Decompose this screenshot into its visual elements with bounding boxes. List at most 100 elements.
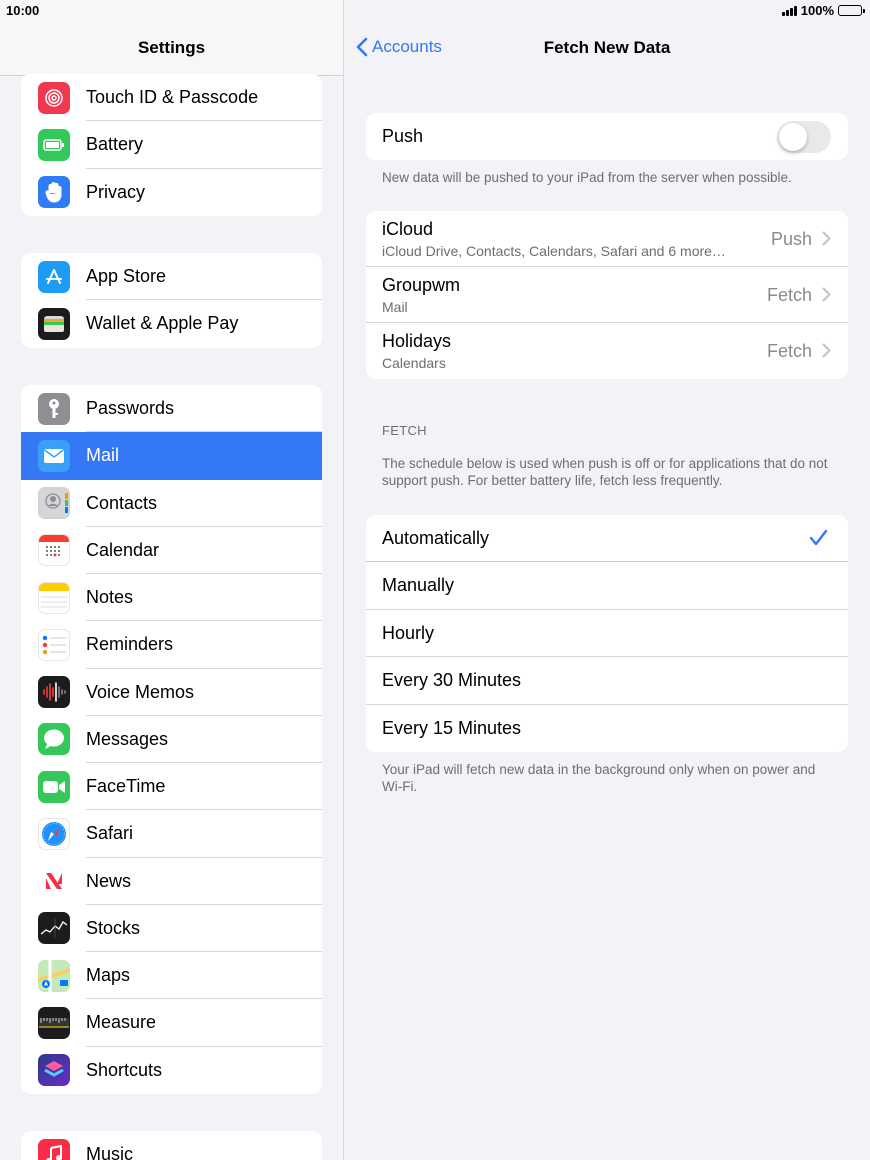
account-detail: Calendars xyxy=(382,355,446,371)
stocks-icon xyxy=(38,912,70,945)
shortcuts-icon xyxy=(38,1054,70,1087)
account-row-icloud[interactable]: iCloud iCloud Drive, Contacts, Calendars… xyxy=(366,211,848,267)
music-note-icon xyxy=(38,1138,70,1160)
sidebar-item-label: Safari xyxy=(86,823,134,844)
calendar-icon xyxy=(38,534,70,567)
account-name: iCloud xyxy=(382,219,434,239)
hand-icon xyxy=(38,176,70,209)
sidebar-item-maps[interactable]: Maps xyxy=(21,952,322,1000)
notes-icon xyxy=(38,581,70,614)
sidebar-item-touch-id[interactable]: Touch ID & Passcode xyxy=(21,74,322,122)
settings-group-apps: Passwords Mail Contacts Calendar Notes R… xyxy=(21,385,322,1094)
sidebar-item-label: Music xyxy=(86,1144,134,1160)
chevron-right-icon xyxy=(822,287,831,302)
sidebar-item-label: FaceTime xyxy=(86,776,166,797)
fetch-option-every-30-minutes[interactable]: Every 30 Minutes xyxy=(366,657,848,705)
compass-icon xyxy=(38,817,70,850)
sidebar-item-privacy[interactable]: Privacy xyxy=(21,169,322,216)
sidebar-item-label: Shortcuts xyxy=(86,1059,163,1080)
sidebar-item-shortcuts[interactable]: Shortcuts xyxy=(21,1047,322,1094)
settings-group-security: Touch ID & Passcode Battery Privacy xyxy=(21,74,322,216)
sidebar-item-voice-memos[interactable]: Voice Memos xyxy=(21,669,322,716)
fingerprint-icon xyxy=(38,81,70,114)
message-bubble-icon xyxy=(38,723,70,756)
chevron-left-icon xyxy=(356,37,368,57)
accounts-list: iCloud iCloud Drive, Contacts, Calendars… xyxy=(366,211,848,379)
map-icon xyxy=(38,959,70,992)
sidebar-item-music[interactable]: Music xyxy=(21,1131,322,1160)
settings-sidebar: Settings Touch ID & Passcode Battery Pri… xyxy=(0,0,343,1160)
sidebar-item-measure[interactable]: Measure xyxy=(21,999,322,1047)
sidebar-item-news[interactable]: News xyxy=(21,858,322,905)
sidebar-item-safari[interactable]: Safari xyxy=(21,810,322,858)
sidebar-item-label: Touch ID & Passcode xyxy=(86,87,259,108)
sidebar-item-label: News xyxy=(86,870,132,891)
video-camera-icon xyxy=(38,770,70,803)
option-label: Every 30 Minutes xyxy=(382,670,522,691)
fetch-option-hourly[interactable]: Hourly xyxy=(366,610,848,658)
sidebar-item-stocks[interactable]: Stocks xyxy=(21,905,322,952)
account-fetch-mode: Fetch xyxy=(766,341,812,361)
status-time: 10:00 xyxy=(6,3,40,18)
push-card: Push xyxy=(366,113,848,160)
wallet-icon xyxy=(38,307,70,340)
news-icon xyxy=(38,865,70,898)
status-indicators: 100% xyxy=(781,3,865,18)
sidebar-title: Settings xyxy=(137,38,206,57)
push-toggle[interactable] xyxy=(777,121,831,153)
sidebar-item-label: Voice Memos xyxy=(86,681,195,702)
sidebar-item-app-store[interactable]: App Store xyxy=(21,253,322,301)
fetch-description: The schedule below is used when push is … xyxy=(382,456,828,488)
app-store-icon xyxy=(38,260,70,293)
sidebar-item-label: Battery xyxy=(86,134,144,155)
account-fetch-mode: Push xyxy=(770,229,812,249)
account-detail: Mail xyxy=(382,299,408,315)
sidebar-item-label: Passwords xyxy=(86,398,175,419)
sidebar-item-passwords[interactable]: Passwords xyxy=(21,385,322,433)
settings-group-media: Music xyxy=(21,1131,322,1160)
sidebar-item-battery[interactable]: Battery xyxy=(21,121,322,169)
account-fetch-mode: Fetch xyxy=(766,285,812,305)
sidebar-item-label: Stocks xyxy=(86,917,141,938)
fetch-options-list: Automatically Manually Hourly Every 30 M… xyxy=(366,515,848,752)
sidebar-item-label: Messages xyxy=(86,728,169,749)
push-label: Push xyxy=(382,126,424,146)
reminders-icon xyxy=(38,628,70,661)
battery-status-icon xyxy=(838,5,865,16)
fetch-option-automatically[interactable]: Automatically xyxy=(366,515,848,563)
sidebar-item-wallet[interactable]: Wallet & Apple Pay xyxy=(21,300,322,347)
detail-pane: Fetch New Data Accounts Push New data wi… xyxy=(344,0,870,1160)
sidebar-item-mail[interactable]: Mail xyxy=(21,432,322,480)
sidebar-item-calendar[interactable]: Calendar xyxy=(21,527,322,574)
sidebar-item-contacts[interactable]: Contacts xyxy=(21,480,322,527)
option-label: Manually xyxy=(382,575,455,596)
fetch-option-every-15-minutes[interactable]: Every 15 Minutes xyxy=(366,705,848,752)
account-row-holidays[interactable]: Holidays Calendars Fetch xyxy=(366,323,848,379)
checkmark-icon xyxy=(809,529,828,546)
fetch-section-header: FETCH xyxy=(382,423,427,438)
mail-icon xyxy=(38,439,70,472)
sidebar-item-label: Reminders xyxy=(86,634,174,655)
account-name: Groupwm xyxy=(382,275,461,295)
fetch-option-manually[interactable]: Manually xyxy=(366,562,848,610)
cellular-signal-icon xyxy=(781,5,797,16)
sidebar-item-notes[interactable]: Notes xyxy=(21,574,322,622)
chevron-right-icon xyxy=(822,343,831,358)
sidebar-item-label: Notes xyxy=(86,587,134,608)
back-button[interactable]: Accounts xyxy=(356,37,442,57)
account-row-groupwm[interactable]: Groupwm Mail Fetch xyxy=(366,267,848,323)
sidebar-item-messages[interactable]: Messages xyxy=(21,716,322,763)
sidebar-item-label: Privacy xyxy=(86,181,146,202)
sidebar-item-facetime[interactable]: FaceTime xyxy=(21,763,322,811)
chevron-right-icon xyxy=(822,231,831,246)
option-label: Automatically xyxy=(382,528,490,548)
ruler-icon xyxy=(38,1006,70,1039)
push-footnote: New data will be pushed to your iPad fro… xyxy=(382,170,792,185)
sidebar-item-label: Contacts xyxy=(86,492,158,513)
battery-percent: 100% xyxy=(800,3,834,18)
sidebar-item-label: Mail xyxy=(86,445,120,466)
back-button-label: Accounts xyxy=(372,37,442,56)
fetch-footnote: Your iPad will fetch new data in the bac… xyxy=(382,762,816,794)
sidebar-item-reminders[interactable]: Reminders xyxy=(21,621,322,669)
sidebar-header: Settings xyxy=(0,0,343,76)
